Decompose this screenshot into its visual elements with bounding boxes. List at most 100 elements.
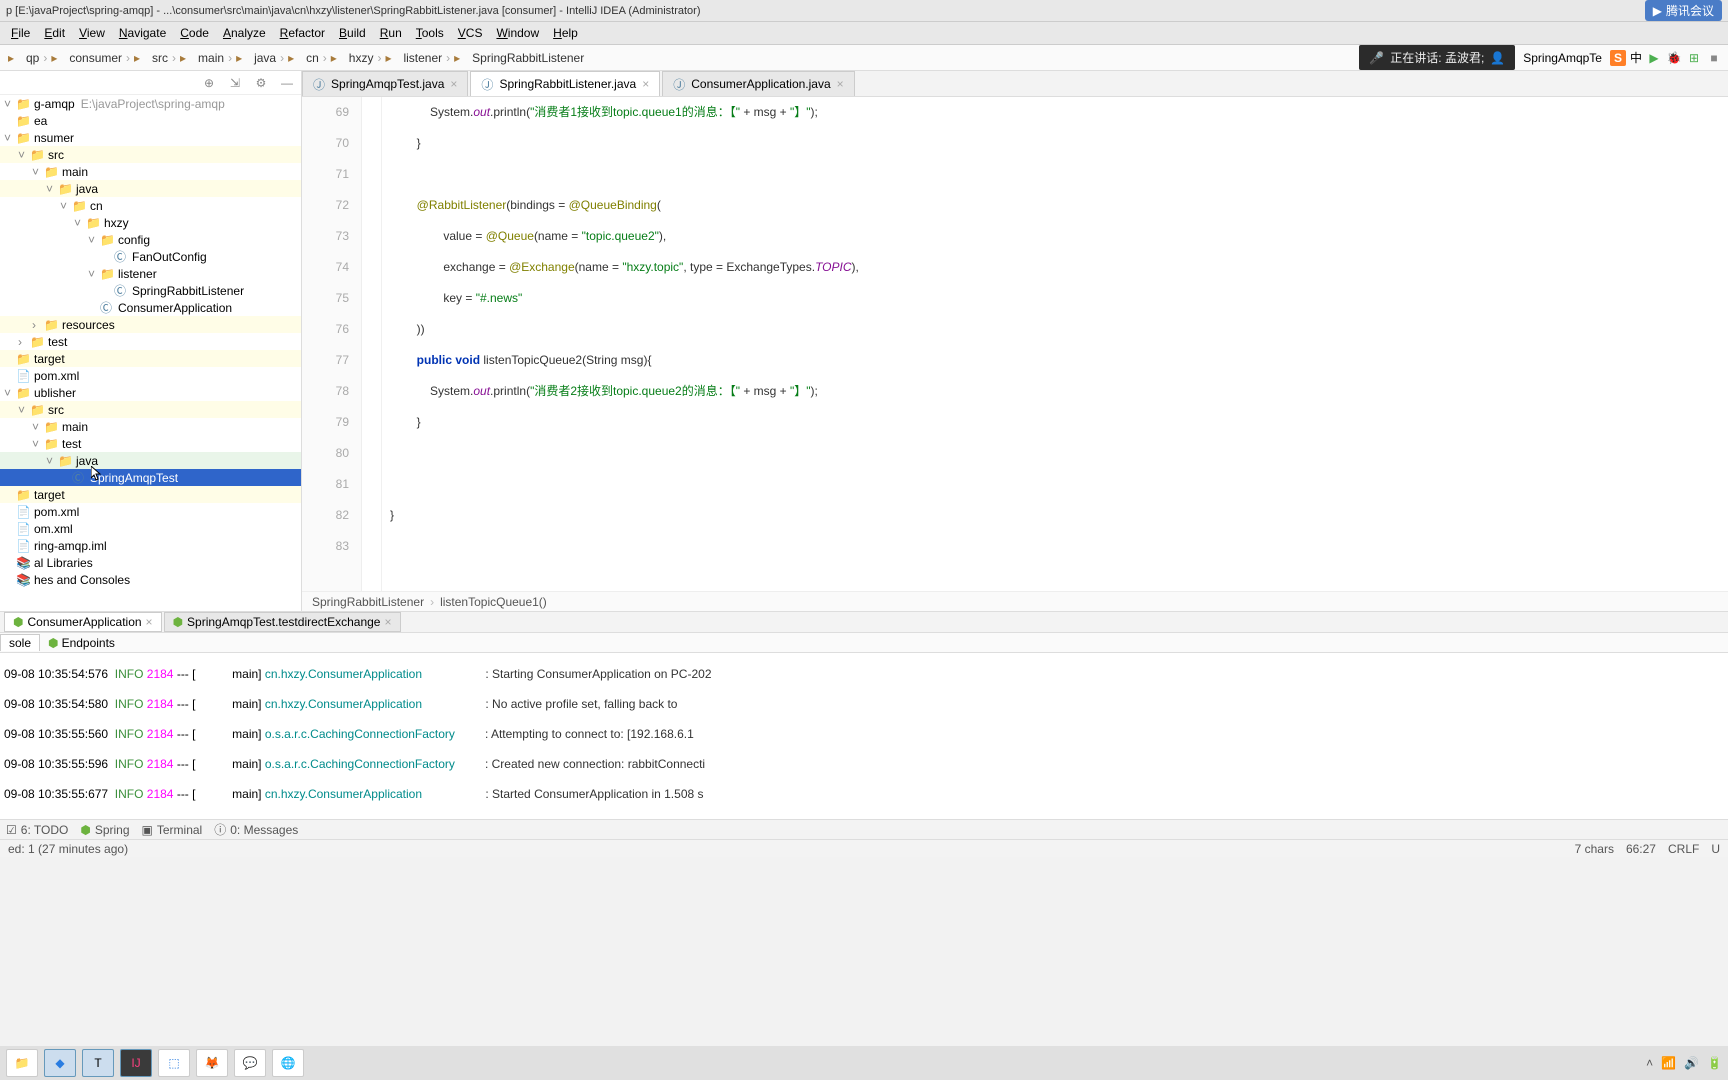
stop-icon[interactable]: ■ xyxy=(1706,50,1722,66)
spring-tool-button[interactable]: ⬢Spring xyxy=(80,823,129,837)
sub-tab-endpoints[interactable]: ⬢ Endpoints xyxy=(40,635,123,651)
expand-arrow-icon[interactable]: ˅ xyxy=(88,233,100,247)
tree-node-java[interactable]: ˅📁java xyxy=(0,452,301,469)
app-icon[interactable]: ⬚ xyxy=(158,1049,190,1077)
tree-node-config[interactable]: ˅📁config xyxy=(0,231,301,248)
crumb-SpringRabbitListener[interactable]: ▸SpringRabbitListener xyxy=(452,51,586,65)
tray-chevron-icon[interactable]: ˄ xyxy=(1646,1056,1653,1070)
expand-arrow-icon[interactable]: ˅ xyxy=(4,97,16,111)
menu-file[interactable]: File xyxy=(4,24,37,42)
crumb-qp[interactable]: ▸qp xyxy=(6,51,41,65)
close-icon[interactable]: × xyxy=(450,77,457,91)
hide-icon[interactable]: — xyxy=(279,75,295,91)
menu-window[interactable]: Window xyxy=(489,24,546,42)
crumb-java[interactable]: ▸java xyxy=(234,51,278,65)
tree-node-nsumer[interactable]: ˅📁nsumer xyxy=(0,129,301,146)
menu-refactor[interactable]: Refactor xyxy=(273,24,332,42)
run-config-label[interactable]: SpringAmqpTe xyxy=(1519,49,1606,67)
status-caret-position[interactable]: 66:27 xyxy=(1626,842,1656,856)
crumb-cn[interactable]: ▸cn xyxy=(286,51,321,65)
tree-node-java[interactable]: ˅📁java xyxy=(0,180,301,197)
tree-node-omxml[interactable]: 📄om.xml xyxy=(0,520,301,537)
crumb-src[interactable]: ▸src xyxy=(132,51,170,65)
tree-node-consumerapplication[interactable]: ⒸConsumerApplication xyxy=(0,299,301,316)
tree-node-listener[interactable]: ˅📁listener xyxy=(0,265,301,282)
expand-arrow-icon[interactable]: ˅ xyxy=(74,216,86,230)
run-tab-test[interactable]: ⬢ SpringAmqpTest.testdirectExchange × xyxy=(164,612,401,632)
tree-node-ublisher[interactable]: ˅📁ublisher xyxy=(0,384,301,401)
close-icon[interactable]: × xyxy=(146,615,153,629)
messages-tool-button[interactable]: ⓘ0: Messages xyxy=(214,821,298,838)
tree-node-hesandconsoles[interactable]: 📚hes and Consoles xyxy=(0,571,301,588)
meeting-app-icon[interactable]: ◆ xyxy=(44,1049,76,1077)
close-icon[interactable]: × xyxy=(837,77,844,91)
expand-arrow-icon[interactable]: ˅ xyxy=(32,437,44,451)
intellij-icon[interactable]: IJ xyxy=(120,1049,152,1077)
status-line-separator[interactable]: CRLF xyxy=(1668,842,1699,856)
menu-view[interactable]: View xyxy=(72,24,112,42)
editor-tab-SpringRabbitListenerjava[interactable]: ⒿSpringRabbitListener.java× xyxy=(470,71,660,96)
project-tree[interactable]: ˅📁g-amqpE:\javaProject\spring-amqp 📁ea˅📁… xyxy=(0,95,301,611)
crumb-method[interactable]: listenTopicQueue1() xyxy=(440,595,547,609)
debug-icon[interactable]: 🐞 xyxy=(1666,50,1682,66)
tree-node-gamqp[interactable]: ˅📁g-amqpE:\javaProject\spring-amqp xyxy=(0,95,301,112)
menu-navigate[interactable]: Navigate xyxy=(112,24,173,42)
expand-arrow-icon[interactable]: ˅ xyxy=(18,403,30,417)
grid-icon[interactable]: ⊞ xyxy=(1686,50,1702,66)
ime-lang-label[interactable]: 中 xyxy=(1630,49,1642,66)
tree-node-target[interactable]: 📁target xyxy=(0,350,301,367)
menu-edit[interactable]: Edit xyxy=(37,24,72,42)
tree-node-ringamqpiml[interactable]: 📄ring-amqp.iml xyxy=(0,537,301,554)
run-tab-consumer[interactable]: ⬢ ConsumerApplication × xyxy=(4,612,162,632)
breadcrumb[interactable]: ▸qp›▸consumer›▸src›▸main›▸java›▸cn›▸hxzy… xyxy=(6,51,586,65)
tree-node-src[interactable]: ˅📁src xyxy=(0,146,301,163)
expand-arrow-icon[interactable]: ˅ xyxy=(46,182,58,196)
firefox-icon[interactable]: 🦊 xyxy=(196,1049,228,1077)
tree-node-ea[interactable]: 📁ea xyxy=(0,112,301,129)
tree-node-test[interactable]: ›📁test xyxy=(0,333,301,350)
network-icon[interactable]: 📶 xyxy=(1661,1056,1676,1070)
tree-node-springrabbitlistener[interactable]: ⒸSpringRabbitListener xyxy=(0,282,301,299)
menu-help[interactable]: Help xyxy=(546,24,585,42)
volume-icon[interactable]: 🔊 xyxy=(1684,1056,1699,1070)
tree-node-allibraries[interactable]: 📚al Libraries xyxy=(0,554,301,571)
expand-arrow-icon[interactable]: ˅ xyxy=(46,454,58,468)
crumb-consumer[interactable]: ▸consumer xyxy=(49,51,124,65)
tree-node-cn[interactable]: ˅📁cn xyxy=(0,197,301,214)
battery-icon[interactable]: 🔋 xyxy=(1707,1056,1722,1070)
crumb-main[interactable]: ▸main xyxy=(178,51,226,65)
crumb-listener[interactable]: ▸listener xyxy=(383,51,444,65)
expand-arrow-icon[interactable]: ˅ xyxy=(4,131,16,145)
menu-code[interactable]: Code xyxy=(173,24,216,42)
expand-arrow-icon[interactable]: ˅ xyxy=(32,165,44,179)
file-explorer-icon[interactable]: 📁 xyxy=(6,1049,38,1077)
tree-node-pomxml[interactable]: 📄pom.xml xyxy=(0,503,301,520)
expand-arrow-icon[interactable]: › xyxy=(32,318,44,332)
editor-tab-SpringAmqpTestjava[interactable]: ⒿSpringAmqpTest.java× xyxy=(302,71,468,96)
menu-build[interactable]: Build xyxy=(332,24,373,42)
expand-arrow-icon[interactable]: ˅ xyxy=(88,267,100,281)
editor-breadcrumb[interactable]: SpringRabbitListener › listenTopicQueue1… xyxy=(302,591,1728,611)
code-editor[interactable]: System.out.println("消费者1接收到topic.queue1的… xyxy=(382,97,1728,591)
terminal-tool-button[interactable]: ▣Terminal xyxy=(142,823,203,837)
tree-node-fanoutconfig[interactable]: ⒸFanOutConfig xyxy=(0,248,301,265)
tree-node-resources[interactable]: ›📁resources xyxy=(0,316,301,333)
tree-node-test[interactable]: ˅📁test xyxy=(0,435,301,452)
system-tray[interactable]: ˄ 📶 🔊 🔋 xyxy=(1646,1056,1722,1070)
wechat-icon[interactable]: 💬 xyxy=(234,1049,266,1077)
status-encoding[interactable]: U xyxy=(1711,842,1720,856)
typora-icon[interactable]: T xyxy=(82,1049,114,1077)
menu-analyze[interactable]: Analyze xyxy=(216,24,273,42)
editor-tab-ConsumerApplicationjava[interactable]: ⒿConsumerApplication.java× xyxy=(662,71,854,96)
expand-arrow-icon[interactable]: ˅ xyxy=(18,148,30,162)
gear-icon[interactable]: ⚙ xyxy=(253,75,269,91)
target-icon[interactable]: ⊕ xyxy=(201,75,217,91)
tree-node-main[interactable]: ˅📁main xyxy=(0,163,301,180)
expand-arrow-icon[interactable]: ˅ xyxy=(4,386,16,400)
menu-vcs[interactable]: VCS xyxy=(451,24,490,42)
console-output[interactable]: 09-08 10:35:54:576 INFO 2184 --- [ main]… xyxy=(0,653,1728,819)
crumb-hxzy[interactable]: ▸hxzy xyxy=(329,51,376,65)
close-icon[interactable]: × xyxy=(642,77,649,91)
expand-arrow-icon[interactable]: ˅ xyxy=(32,420,44,434)
close-icon[interactable]: × xyxy=(384,615,391,629)
